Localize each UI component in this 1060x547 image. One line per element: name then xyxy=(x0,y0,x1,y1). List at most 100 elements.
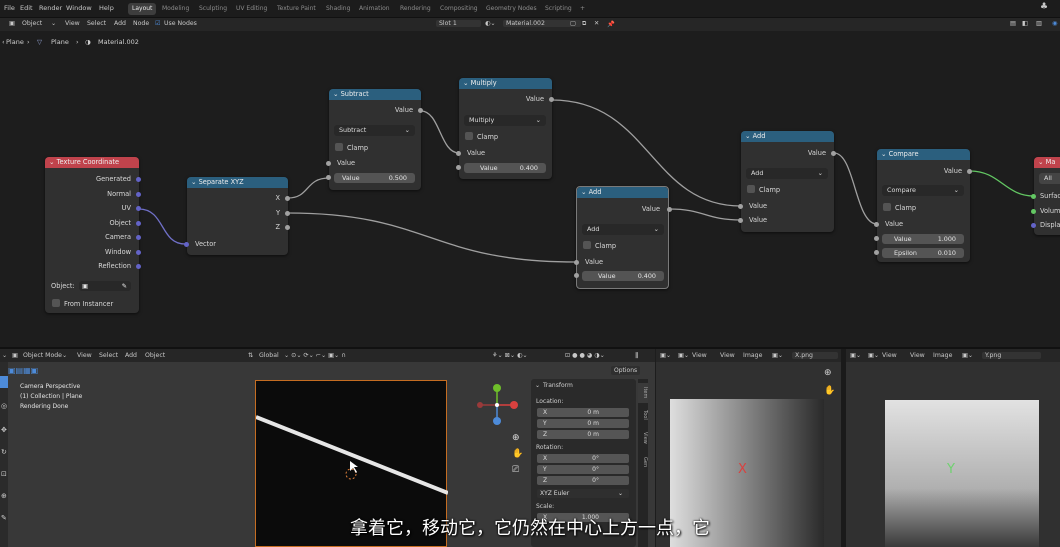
transform-tool-icon[interactable]: ⊕ xyxy=(1,492,7,500)
socket-value-in[interactable] xyxy=(456,151,461,156)
node-header[interactable]: ⌄ Subtract xyxy=(329,89,421,100)
image-browse-icon[interactable]: ▣⌄ xyxy=(962,352,973,359)
rotate-tool-icon[interactable]: ↻ xyxy=(1,448,7,456)
editor-type-icon[interactable]: ▣⌄ xyxy=(850,352,861,359)
move-tool-icon[interactable]: ✥ xyxy=(1,426,7,434)
shading-modes-icon[interactable]: ⊡ ● ● ◕ ◑⌄ xyxy=(565,352,605,359)
menu-object[interactable]: Object xyxy=(145,352,165,359)
operation-select[interactable]: Multiply ⌄ xyxy=(464,115,546,126)
socket-value-in-2[interactable] xyxy=(738,218,743,223)
node-header[interactable]: ⌄ Separate XYZ xyxy=(187,177,288,188)
hand-icon[interactable]: ✋ xyxy=(824,386,835,396)
editor-type-icon[interactable]: ⌄ xyxy=(2,352,7,359)
transform-header[interactable]: Transform xyxy=(543,382,573,389)
socket-value-in-2[interactable] xyxy=(326,175,331,180)
socket-epsilon-in[interactable] xyxy=(874,250,879,255)
node-header[interactable]: ⌄ Multiply xyxy=(459,78,552,89)
clamp-checkbox[interactable]: Clamp xyxy=(335,143,368,152)
menu-view[interactable]: View xyxy=(910,352,925,359)
tab-view[interactable]: View xyxy=(638,427,648,449)
tab-item[interactable]: Item xyxy=(638,383,648,403)
from-instancer-checkbox[interactable]: From Instancer xyxy=(52,299,113,308)
location-z-field[interactable]: Z 0 m xyxy=(537,430,629,439)
socket-reflection[interactable] xyxy=(136,264,141,269)
pivot-icon[interactable]: ⌄ ⊙⌄ ⟳⌄ ⌐⌄ ▣⌄ ∩ xyxy=(284,352,346,359)
subtract-node[interactable]: ⌄ Subtract Value Subtract ⌄ Clamp Value V… xyxy=(326,89,423,190)
node-header[interactable]: ⌄ Compare xyxy=(877,149,970,160)
socket-value-out[interactable] xyxy=(967,169,972,174)
socket-object[interactable] xyxy=(136,221,141,226)
operation-select[interactable]: Add ⌄ xyxy=(582,224,664,235)
clamp-checkbox[interactable]: Clamp xyxy=(583,241,616,250)
epsilon-field[interactable]: Epsilon 0.010 xyxy=(882,248,964,258)
clamp-checkbox[interactable]: Clamp xyxy=(747,185,780,194)
texture-coordinate-node[interactable]: ⌄ Texture Coordinate Generated Normal UV… xyxy=(45,157,141,313)
menu-view[interactable]: View xyxy=(720,352,735,359)
socket-vector-in[interactable] xyxy=(184,242,189,247)
socket-y[interactable] xyxy=(285,211,290,216)
visibility-icon[interactable]: ⚘⌄ ⊠⌄ ◐⌄ xyxy=(492,352,528,359)
tab-gen[interactable]: Gen xyxy=(638,451,648,473)
clamp-checkbox[interactable]: Clamp xyxy=(883,203,916,212)
socket-displacement-in[interactable] xyxy=(1031,223,1036,228)
socket-value-in[interactable] xyxy=(574,260,579,265)
menu-select[interactable]: Select xyxy=(99,352,118,359)
options-button[interactable]: Options xyxy=(611,366,641,375)
material-output-node[interactable]: ⌄ Ma All Surfac Volum Displa xyxy=(1031,157,1060,235)
socket-value-in[interactable] xyxy=(326,161,331,166)
value-field[interactable]: Value 0.400 xyxy=(464,163,546,173)
socket-generated[interactable] xyxy=(136,177,141,182)
socket-normal[interactable] xyxy=(136,192,141,197)
view-mode-icon[interactable]: ▣⌄ xyxy=(868,352,879,359)
object-mode-icon[interactable]: ▣ xyxy=(12,352,18,359)
zoom-icon[interactable]: ⊕ xyxy=(824,368,832,378)
operation-select[interactable]: Add ⌄ xyxy=(746,168,828,179)
socket-value-out[interactable] xyxy=(667,207,672,212)
rotation-z-field[interactable]: Z 0° xyxy=(537,476,629,485)
location-y-field[interactable]: Y 0 m xyxy=(537,419,629,428)
editor-type-icon[interactable]: ▣⌄ xyxy=(660,352,671,359)
location-x-field[interactable]: X 0 m xyxy=(537,408,629,417)
separate-xyz-node[interactable]: ⌄ Separate XYZ X Y Z Vector xyxy=(184,177,290,255)
navigation-gizmo[interactable]: ⊕ ✋ ⎚ xyxy=(472,380,527,475)
clamp-checkbox[interactable]: Clamp xyxy=(465,132,498,141)
view-mode-select[interactable]: View xyxy=(882,352,897,359)
scale-tool-icon[interactable]: ⊡ xyxy=(1,470,7,478)
socket-value-out[interactable] xyxy=(831,151,836,156)
socket-value-in-2[interactable] xyxy=(874,236,879,241)
tool-icons[interactable]: ▣▤▦▣ xyxy=(8,366,38,375)
socket-value-in[interactable] xyxy=(874,222,879,227)
eyedropper-icon[interactable]: ✎ xyxy=(122,281,127,291)
image-browse-icon[interactable]: ▣⌄ xyxy=(772,352,783,359)
multiply-node[interactable]: ⌄ Multiply Value Multiply ⌄ Clamp Value V… xyxy=(456,78,554,179)
image-name-field[interactable]: X.png xyxy=(792,352,838,359)
node-header[interactable]: ⌄ Add xyxy=(577,187,668,198)
view-mode-icon[interactable]: ▣⌄ xyxy=(678,352,689,359)
socket-uv[interactable] xyxy=(136,206,141,211)
socket-x[interactable] xyxy=(285,196,290,201)
socket-value-in-2[interactable] xyxy=(456,165,461,170)
node-header[interactable]: ⌄ Texture Coordinate xyxy=(45,157,139,168)
orientation-icon[interactable]: ⇅ xyxy=(248,352,253,359)
socket-value-in[interactable] xyxy=(738,204,743,209)
tab-tool[interactable]: Tool xyxy=(638,405,648,425)
operation-select[interactable]: Compare ⌄ xyxy=(882,185,964,196)
menu-image[interactable]: Image xyxy=(743,352,762,359)
operation-select[interactable]: Subtract ⌄ xyxy=(334,125,415,136)
add-node-1[interactable]: ⌄ Add Value Add ⌄ Clamp Value Value 0.400 xyxy=(574,186,672,289)
menu-image[interactable]: Image xyxy=(933,352,952,359)
node-header[interactable]: ⌄ Ma xyxy=(1034,157,1060,168)
view-mode-select[interactable]: View xyxy=(692,352,707,359)
value-field[interactable]: Value 0.500 xyxy=(334,173,415,183)
rotation-y-field[interactable]: Y 0° xyxy=(537,465,629,474)
image-name-field[interactable]: Y.png xyxy=(982,352,1042,359)
object-picker-field[interactable]: ▣ ✎ xyxy=(79,281,131,291)
value-field[interactable]: Value 0.400 xyxy=(582,271,664,281)
compare-node[interactable]: ⌄ Compare Value Compare ⌄ Clamp Value Val… xyxy=(874,149,972,262)
socket-value-out[interactable] xyxy=(549,97,554,102)
socket-surface-in[interactable] xyxy=(1031,194,1036,199)
socket-volume-in[interactable] xyxy=(1031,209,1036,214)
value-field[interactable]: Value 1.000 xyxy=(882,234,964,244)
menu-add[interactable]: Add xyxy=(125,352,137,359)
node-header[interactable]: ⌄ Add xyxy=(741,131,834,142)
